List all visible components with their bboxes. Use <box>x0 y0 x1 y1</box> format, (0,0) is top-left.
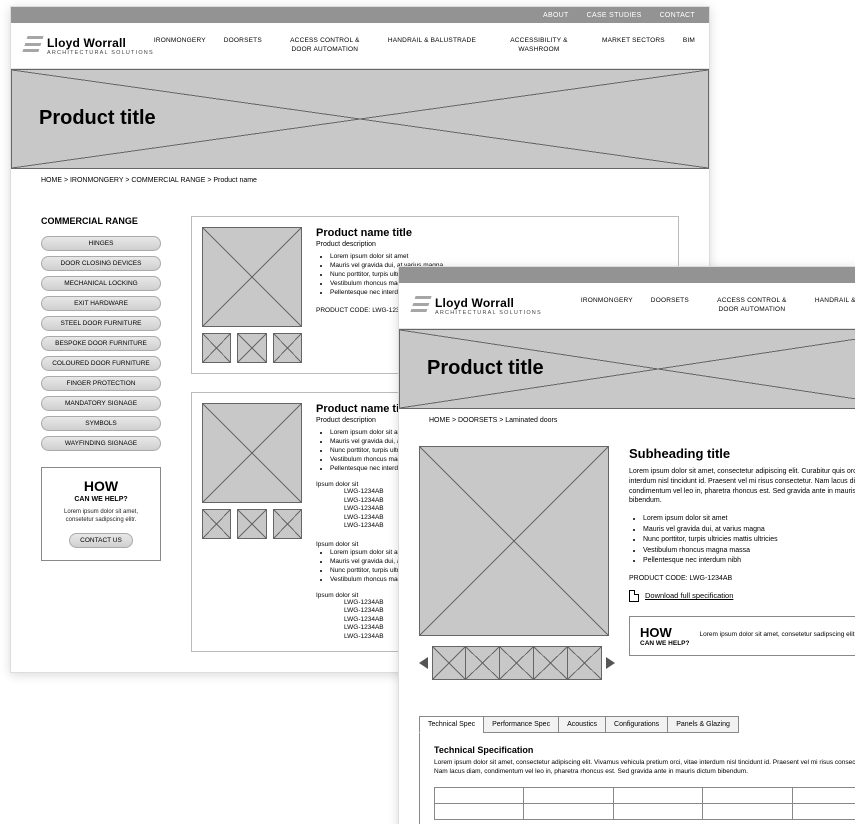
utility-nav <box>399 267 855 283</box>
tab[interactable]: Acoustics <box>558 716 606 733</box>
list-item: Vestibulum rhoncus magna massa <box>643 546 855 557</box>
tab[interactable]: Technical Spec <box>419 716 484 733</box>
brand-tagline: ARCHITECTURAL SOLUTIONS <box>435 310 542 316</box>
sidebar-item[interactable]: MECHANICAL LOCKING <box>41 276 161 291</box>
nav-handrail[interactable]: HANDRAIL & BALUSTRADE <box>815 297 855 313</box>
nav-ironmongery[interactable]: IRONMONGERY <box>581 297 633 313</box>
list-item: Pellentesque nec interdum nibh <box>643 556 855 567</box>
help-sub: CAN WE HELP? <box>50 496 152 503</box>
nav-about[interactable]: ABOUT <box>543 12 569 19</box>
product-title: Product name title <box>316 227 455 239</box>
sidebar-item[interactable]: BESPOKE DOOR FURNITURE <box>41 336 161 351</box>
logo-icon <box>410 296 431 312</box>
carousel-prev-icon[interactable] <box>419 657 428 669</box>
nav-doorsets[interactable]: DOORSETS <box>651 297 689 313</box>
thumb-placeholder[interactable] <box>500 646 534 680</box>
thumb-placeholder[interactable] <box>202 509 231 539</box>
product-code: PRODUCT CODE: LWG-1234AB <box>629 575 855 582</box>
help-sub: CAN WE HELP? <box>640 640 689 647</box>
detail-title: Subheading title <box>629 446 855 461</box>
list-item: Nunc porttitor, turpis ultricies mattis … <box>643 535 855 546</box>
list-item: Mauris vel gravida dui, at varius magna <box>643 525 855 536</box>
thumb-placeholder[interactable] <box>237 333 266 363</box>
spec-title: Technical Specification <box>434 745 855 755</box>
product-desc-label: Product description <box>316 241 455 248</box>
hero-b: Product title <box>399 329 855 409</box>
sidebar-item[interactable]: FINGER PROTECTION <box>41 376 161 391</box>
hero-a: Product title <box>11 69 709 169</box>
carousel-next-icon[interactable] <box>606 657 615 669</box>
product-image-placeholder <box>419 446 609 636</box>
sidebar-item[interactable]: DOOR CLOSING DEVICES <box>41 256 161 271</box>
nav-ironmongery[interactable]: IRONMONGERY <box>154 37 206 53</box>
sidebar-item[interactable]: SYMBOLS <box>41 416 161 431</box>
product-image-placeholder <box>202 227 302 327</box>
nav-handrail[interactable]: HANDRAIL & BALUSTRADE <box>388 37 476 53</box>
sidebar: COMMERCIAL RANGE HINGES DOOR CLOSING DEVI… <box>41 198 161 652</box>
sidebar-title: COMMERCIAL RANGE <box>41 216 161 226</box>
brand-tagline: ARCHITECTURAL SOLUTIONS <box>47 50 154 56</box>
nav-bim[interactable]: BIM <box>683 37 695 53</box>
tabs: Technical SpecPerformance SpecAcousticsC… <box>419 716 855 733</box>
logo-icon <box>22 36 43 52</box>
nav-access[interactable]: ACCESS CONTROL & DOOR AUTOMATION <box>707 297 797 313</box>
list-item: Lorem ipsum dolor sit amet <box>330 252 455 261</box>
breadcrumb[interactable]: HOME > DOORSETS > Laminated doors <box>399 409 855 432</box>
nav-market[interactable]: MARKET SECTORS <box>602 37 665 53</box>
help-box: HOW CAN WE HELP? Lorem ipsum dolor sit a… <box>41 467 161 561</box>
sidebar-item[interactable]: COLOURED DOOR FURNITURE <box>41 356 161 371</box>
main-nav: IRONMONGERY DOORSETS ACCESS CONTROL & DO… <box>154 37 695 53</box>
thumb-placeholder[interactable] <box>466 646 500 680</box>
product-image-placeholder <box>202 403 302 503</box>
tab[interactable]: Configurations <box>605 716 668 733</box>
thumb-placeholder[interactable] <box>568 646 602 680</box>
thumb-placeholder[interactable] <box>432 646 466 680</box>
spec-table <box>434 787 855 820</box>
sidebar-item[interactable]: WAYFINDING SIGNAGE <box>41 436 161 451</box>
help-blurb: Lorem ipsum dolor sit amet, consetetur s… <box>699 631 855 639</box>
document-icon <box>629 590 639 602</box>
help-how: HOW <box>640 625 689 640</box>
thumb-placeholder[interactable] <box>202 333 231 363</box>
nav-doorsets[interactable]: DOORSETS <box>224 37 262 53</box>
utility-nav: ABOUT CASE STUDIES CONTACT <box>11 7 709 23</box>
nav-cases[interactable]: CASE STUDIES <box>587 12 642 19</box>
main-nav: IRONMONGERY DOORSETS ACCESS CONTROL & DO… <box>581 297 855 313</box>
thumb-placeholder[interactable] <box>534 646 568 680</box>
logo[interactable]: Lloyd Worrall ARCHITECTURAL SOLUTIONS <box>25 36 154 56</box>
nav-contact[interactable]: CONTACT <box>660 12 695 19</box>
help-box: HOW CAN WE HELP? Lorem ipsum dolor sit a… <box>629 616 855 656</box>
list-item: Lorem ipsum dolor sit amet <box>643 514 855 525</box>
thumb-placeholder[interactable] <box>237 509 266 539</box>
logo[interactable]: Lloyd Worrall ARCHITECTURAL SOLUTIONS <box>413 296 542 316</box>
sidebar-item[interactable]: STEEL DOOR FURNITURE <box>41 316 161 331</box>
download-spec-link[interactable]: Download full specification <box>629 590 855 602</box>
hero-title: Product title <box>427 357 544 380</box>
nav-washroom[interactable]: ACCESSIBILITY & WASHROOM <box>494 37 584 53</box>
nav-access[interactable]: ACCESS CONTROL & DOOR AUTOMATION <box>280 37 370 53</box>
sidebar-item[interactable]: MANDATORY SIGNAGE <box>41 396 161 411</box>
brand-name: Lloyd Worrall <box>435 296 542 310</box>
thumb-placeholder[interactable] <box>273 509 302 539</box>
spec-body: Lorem ipsum dolor sit amet, consectetur … <box>434 759 855 777</box>
tab[interactable]: Panels & Glazing <box>667 716 739 733</box>
tab[interactable]: Performance Spec <box>483 716 559 733</box>
download-spec-label: Download full specification <box>645 591 733 600</box>
wireframe-b: Lloyd Worrall ARCHITECTURAL SOLUTIONS IR… <box>398 266 855 824</box>
sidebar-item[interactable]: EXIT HARDWARE <box>41 296 161 311</box>
thumb-placeholder[interactable] <box>273 333 302 363</box>
detail-lead: Lorem ipsum dolor sit amet, consectetur … <box>629 467 855 506</box>
brand-name: Lloyd Worrall <box>47 36 154 50</box>
help-blurb: Lorem ipsum dolor sit amet, consetetur s… <box>50 509 152 525</box>
tab-panel: Technical Specification Lorem ipsum dolo… <box>419 733 855 824</box>
contact-us-button[interactable]: CONTACT US <box>69 533 133 548</box>
hero-title: Product title <box>39 107 156 130</box>
sidebar-item[interactable]: HINGES <box>41 236 161 251</box>
breadcrumb[interactable]: HOME > IRONMONGERY > COMMERCIAL RANGE > … <box>11 169 709 192</box>
help-how: HOW <box>50 478 152 494</box>
